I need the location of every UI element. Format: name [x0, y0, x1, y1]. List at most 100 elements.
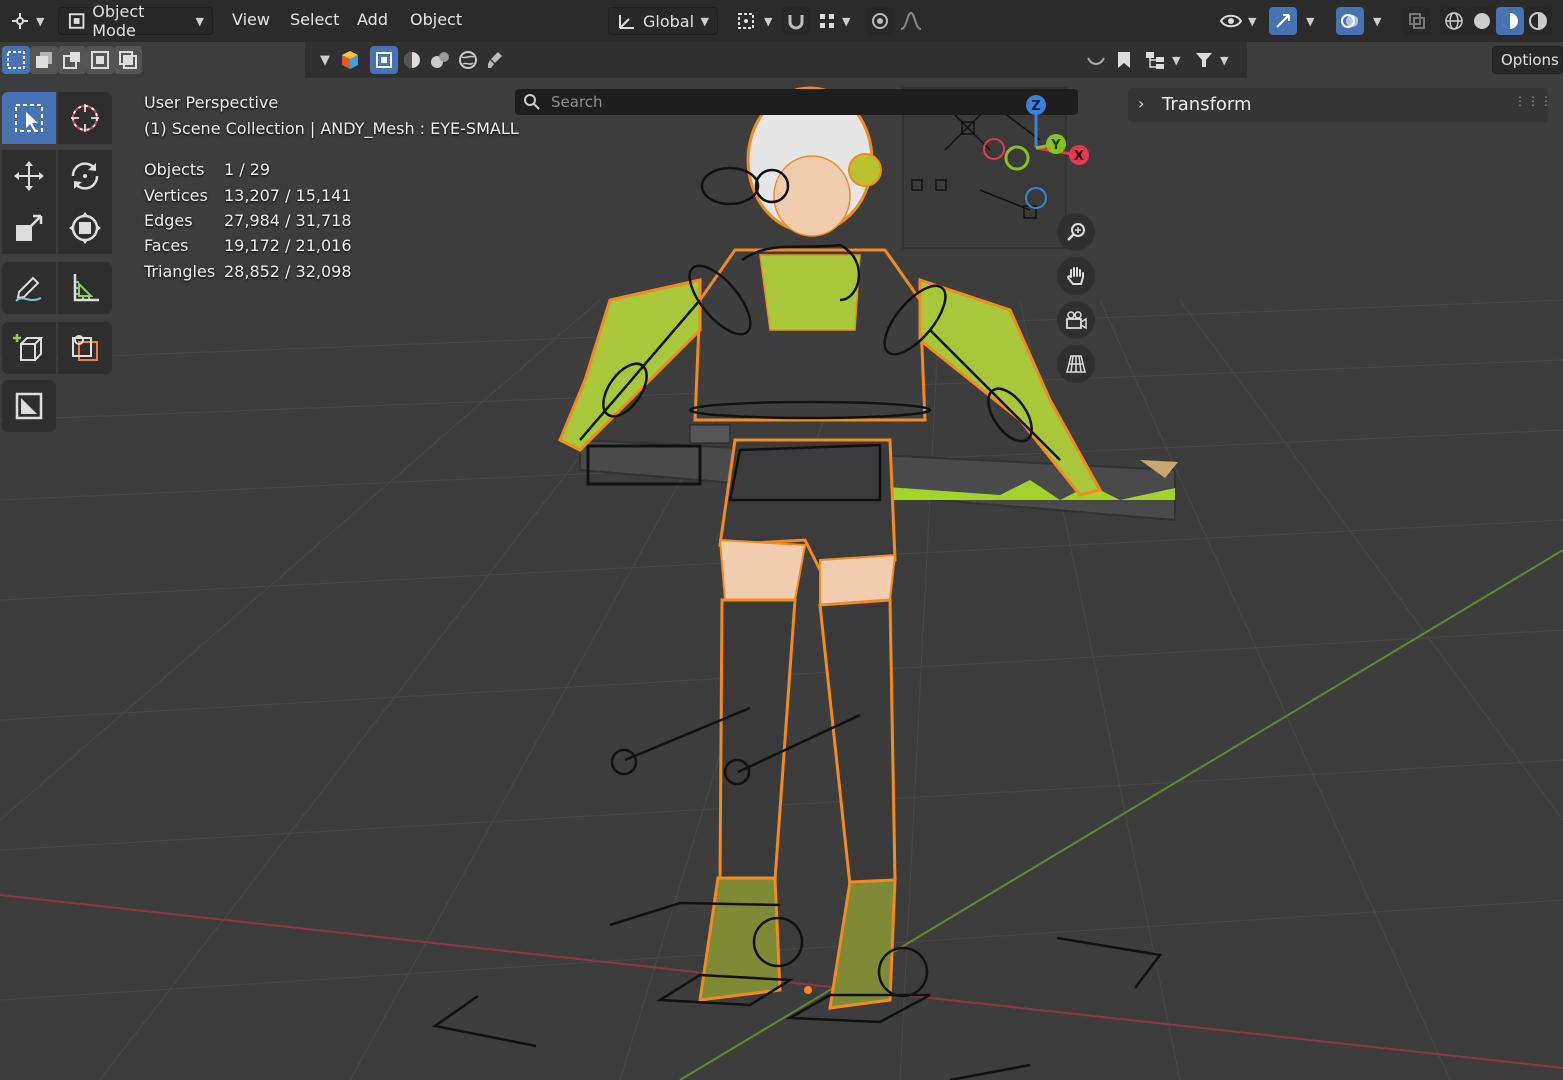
tool-object-origin[interactable]	[58, 322, 112, 374]
chevron-down-icon: ▼	[842, 14, 851, 28]
annotate-icon	[15, 276, 42, 302]
chevron-down-icon[interactable]: ▼	[1373, 15, 1381, 28]
shading-material-button[interactable]	[1496, 7, 1524, 35]
gizmo-neg-x[interactable]	[983, 138, 1005, 160]
select-extend-button[interactable]	[30, 46, 58, 74]
filter-selectable-button[interactable]	[370, 46, 398, 74]
tree-view-icon	[1146, 52, 1164, 69]
gizmo-toggle[interactable]	[1269, 7, 1297, 35]
tool-add-cube[interactable]	[2, 322, 56, 374]
chevron-down-icon[interactable]: ▼	[1306, 15, 1314, 28]
overlays-toggle[interactable]	[1336, 7, 1364, 35]
gizmo-neg-z[interactable]	[1025, 187, 1047, 209]
rendered-sphere-icon	[1529, 12, 1547, 30]
menu-add[interactable]: Add	[357, 10, 388, 29]
visibility-dropdown[interactable]: ▼	[1212, 7, 1264, 35]
perspective-toggle-button[interactable]	[1057, 345, 1095, 383]
solid-sphere-icon	[1474, 13, 1490, 29]
shading-wireframe-button[interactable]	[1440, 7, 1468, 35]
options-label: Options	[1501, 51, 1559, 69]
camera-view-button[interactable]	[1057, 301, 1095, 339]
sync-curve-icon	[1087, 57, 1105, 65]
material-sphere-icon	[1502, 13, 1518, 29]
tool-select-box[interactable]	[2, 92, 56, 144]
xray-toggle[interactable]	[1403, 7, 1431, 35]
eye-icon	[1220, 14, 1242, 28]
tool-measure[interactable]	[58, 262, 112, 314]
shading-rendered-button[interactable]	[1524, 7, 1552, 35]
select-invert-icon	[91, 51, 109, 69]
gizmo-z-label: Z	[1031, 99, 1040, 114]
filter-material-button[interactable]	[426, 46, 454, 74]
camera-icon	[1066, 311, 1087, 330]
falloff-dropdown[interactable]	[897, 7, 925, 35]
tool-cursor[interactable]	[58, 92, 112, 144]
object-origin-dot	[804, 986, 812, 994]
pivot-point-dropdown[interactable]: ▼	[728, 7, 780, 35]
shading-solid-button[interactable]	[1468, 7, 1496, 35]
object-mode-icon	[68, 13, 85, 29]
chevron-down-icon[interactable]: ▼	[320, 53, 330, 68]
xray-icon	[1409, 13, 1425, 29]
funnel-icon	[1196, 53, 1212, 67]
menu-view[interactable]: View	[232, 10, 270, 29]
chevron-down-icon: ▼	[1172, 53, 1181, 67]
menu-object[interactable]: Object	[410, 10, 462, 29]
drag-handle-icon[interactable]: ⋮⋮⋮	[1514, 94, 1553, 108]
tool-move[interactable]	[2, 150, 56, 202]
stat-label: Vertices	[144, 186, 208, 205]
menu-select[interactable]: Select	[290, 10, 339, 29]
tool-scale[interactable]	[2, 202, 56, 254]
tool-extra[interactable]	[2, 380, 56, 432]
add-cube-icon	[13, 334, 44, 361]
gizmo-neg-y[interactable]	[1004, 145, 1030, 171]
pan-button[interactable]	[1057, 257, 1095, 295]
chevron-down-icon: ▼	[700, 14, 709, 28]
tool-rotate[interactable]	[58, 150, 112, 202]
tool-transform[interactable]	[58, 202, 112, 254]
orientation-dropdown[interactable]: Global ▼	[608, 7, 718, 35]
object-mode-dropdown[interactable]: Object Mode ▼	[58, 2, 213, 40]
scene-data-icon-button[interactable]	[336, 46, 364, 74]
select-intersect-icon	[119, 51, 137, 69]
measure-icon	[73, 274, 99, 302]
transform-panel-header[interactable]: › Transform ⋮⋮⋮	[1128, 88, 1552, 122]
outliner-display-dropdown[interactable]: ▼	[1136, 46, 1188, 74]
transform-panel-title: Transform	[1162, 94, 1252, 115]
tool-annotate[interactable]	[2, 262, 56, 314]
select-new-button[interactable]	[2, 46, 30, 74]
magnet-icon	[788, 15, 804, 30]
editor-type-button[interactable]: ▼	[2, 7, 52, 35]
select-invert-button[interactable]	[86, 46, 114, 74]
filter-brush-button[interactable]	[482, 46, 510, 74]
move-icon	[14, 161, 44, 191]
overlays-icon	[1341, 14, 1358, 28]
sync-selection-button[interactable]	[1082, 46, 1110, 74]
search-input[interactable]	[549, 92, 1053, 112]
options-button[interactable]: Options	[1492, 46, 1563, 74]
falloff-curve-icon	[900, 11, 922, 30]
navigation-gizmo[interactable]: Z Y X	[980, 88, 1100, 218]
editor-type-icon	[12, 13, 28, 29]
filter-viewport-button[interactable]	[398, 46, 426, 74]
bookmark-button[interactable]	[1110, 46, 1138, 74]
select-subtract-button[interactable]	[58, 46, 86, 74]
wireframe-sphere-icon	[1445, 12, 1463, 30]
select-subtract-icon	[63, 52, 80, 69]
snap-toggle[interactable]	[782, 7, 810, 35]
zoom-button[interactable]	[1057, 213, 1095, 251]
chevron-down-icon: ▼	[1248, 14, 1257, 28]
scale-icon	[16, 214, 43, 241]
rotate-icon	[71, 162, 99, 190]
stat-value: 19,172 / 21,016	[224, 236, 352, 255]
snap-grid-icon	[820, 14, 834, 28]
filter-dropdown[interactable]: ▼	[1186, 46, 1236, 74]
select-intersect-button[interactable]	[114, 46, 142, 74]
view-name: User Perspective	[144, 93, 279, 112]
snap-target-dropdown[interactable]: ▼	[810, 7, 858, 35]
proportional-editing-toggle[interactable]	[866, 7, 894, 35]
filter-world-button[interactable]	[454, 46, 482, 74]
tool-header: ▼ ▼ ▼ Options	[0, 42, 1563, 115]
select-box-icon	[15, 104, 43, 132]
stat-label: Faces	[144, 236, 189, 255]
